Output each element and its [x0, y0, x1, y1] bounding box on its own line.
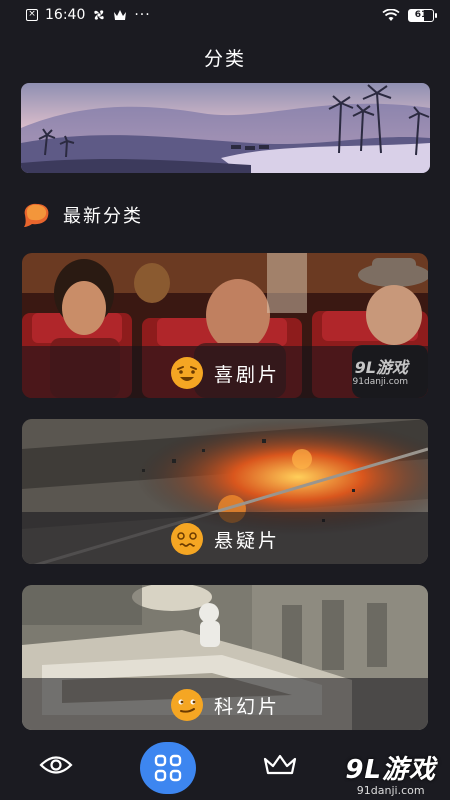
notification-x-icon: × — [26, 9, 38, 21]
section-title: 最新分类 — [63, 206, 143, 227]
corner-watermark: 9L游戏 91danji.com — [345, 755, 436, 797]
status-bar: × 16:40 ··· 61 — [0, 0, 450, 30]
tab-category[interactable] — [140, 742, 196, 794]
category-card-scifi[interactable]: 科幻片 — [22, 585, 428, 730]
page-title: 分类 — [203, 48, 246, 70]
desert-banner-image[interactable] — [21, 83, 430, 173]
category-label: 科幻片 — [213, 695, 280, 718]
wifi-icon — [382, 8, 400, 21]
crown-icon — [263, 754, 297, 775]
category-label: 喜剧片 — [213, 363, 280, 386]
smirk-face-icon — [170, 689, 203, 721]
eye-icon — [39, 756, 73, 774]
tab-watch[interactable] — [28, 739, 84, 791]
category-card-suspense[interactable]: 悬疑片 — [22, 419, 428, 564]
tab-vip[interactable] — [252, 739, 308, 791]
confused-face-icon — [170, 523, 203, 555]
category-label: 悬疑片 — [213, 529, 280, 552]
category-card-comedy[interactable]: 喜剧片 9L游戏 91danji.com — [22, 253, 428, 398]
chat-bubble-icon — [24, 203, 49, 227]
fan-icon — [94, 10, 105, 20]
battery-icon: 61 — [408, 8, 437, 22]
section-header: 最新分类 — [21, 200, 143, 230]
card-watermark: 9L游戏 91danji.com — [352, 358, 408, 388]
crown-status-icon — [114, 10, 127, 20]
laughing-face-icon — [170, 357, 203, 389]
more-dots-icon: ··· — [134, 7, 151, 23]
grid-icon — [154, 754, 182, 782]
status-time: 16:40 — [45, 7, 86, 23]
